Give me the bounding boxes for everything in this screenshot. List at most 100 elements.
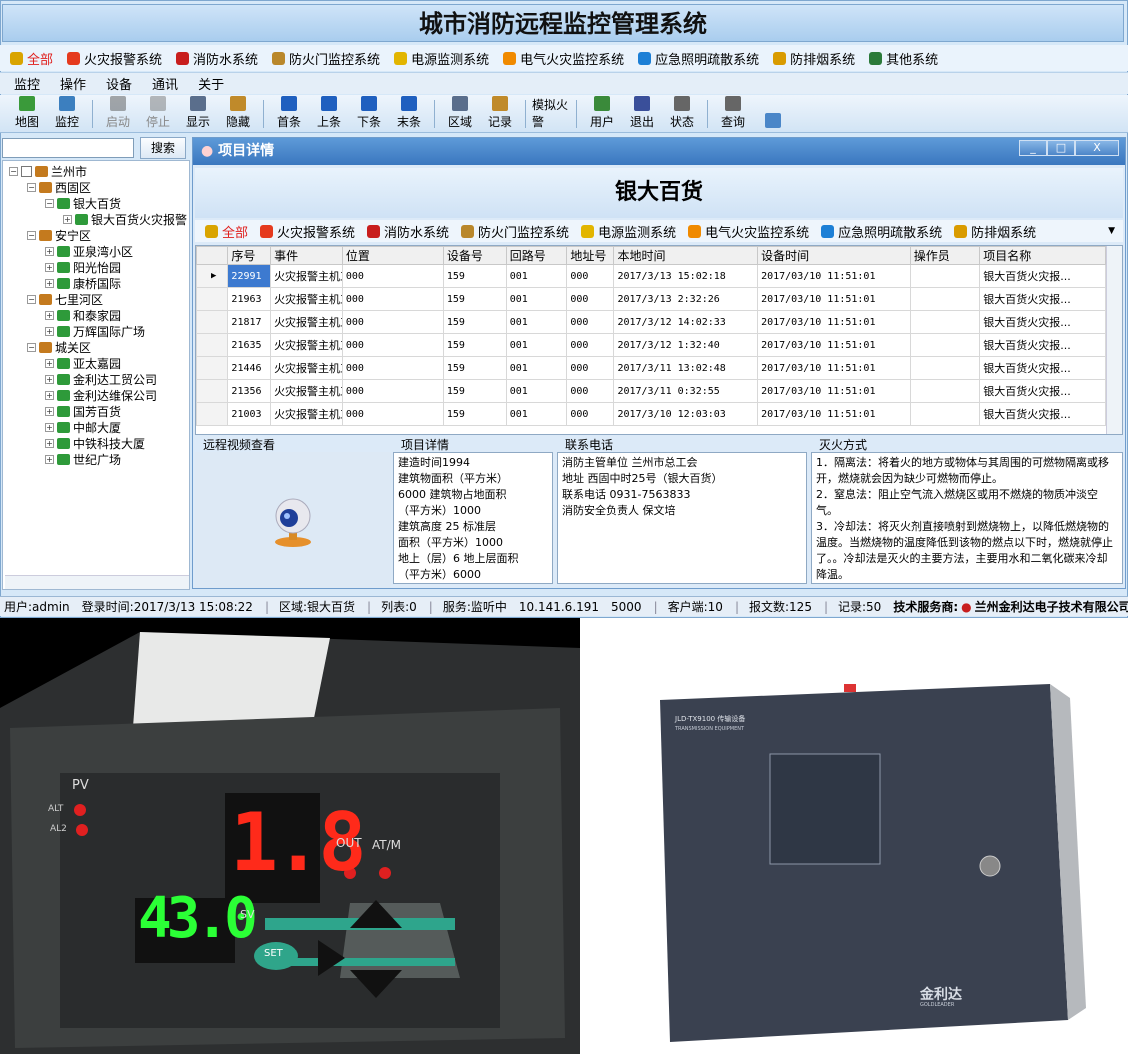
system-filter-1[interactable]: 火灾报警系统 — [67, 49, 162, 68]
menu-item-0[interactable]: 监控 — [14, 74, 40, 93]
chevron-down-icon[interactable]: ▼ — [1108, 226, 1115, 236]
toolbar-button-11[interactable]: 末条 — [390, 96, 428, 132]
column-header[interactable]: 回路号 — [505, 246, 568, 265]
toolbar-button-14[interactable]: 记录 — [481, 96, 519, 132]
expand-toggle-icon[interactable]: + — [45, 278, 54, 288]
table-row[interactable]: 21446火灾报警主机工...0001590010002017/3/11 13:… — [196, 356, 1106, 380]
tree-node[interactable]: − 银大百货 — [45, 195, 121, 211]
tree-node[interactable]: + 和泰家园 — [45, 307, 121, 323]
expand-toggle-icon[interactable]: − — [27, 230, 36, 240]
column-header[interactable]: 设备号 — [442, 246, 507, 265]
column-header[interactable]: 操作员 — [909, 246, 981, 265]
table-row[interactable]: 21635火灾报警主机工...0001590010002017/3/12 1:3… — [196, 333, 1106, 357]
toolbar-button-10[interactable]: 下条 — [350, 96, 388, 132]
column-header[interactable]: 本地时间 — [613, 246, 759, 265]
column-header[interactable]: 事件 — [270, 246, 343, 265]
system-filter-2[interactable]: 消防水系统 — [176, 49, 258, 68]
event-grid[interactable]: 序号 事件 位置 设备号 回路号 地址号 本地时间 设备时间 操作员 项目名称 ▶ 22991 火灾报警… — [195, 245, 1123, 435]
tree-node[interactable]: + 中铁科技大厦 — [45, 435, 145, 451]
menu-item-3[interactable]: 通讯 — [152, 74, 178, 93]
expand-toggle-icon[interactable]: + — [45, 390, 54, 400]
tree-node[interactable]: + 亚泉湾小区 — [45, 243, 133, 259]
table-row[interactable]: ▶22991火灾报警主机工...0001590010002017/3/13 15… — [196, 264, 1106, 288]
extinguish-text[interactable]: 1．隔离法：将着火的地方或物体与其周围的可燃物隔离或移开，燃烧就会因为缺少可燃物… — [811, 452, 1123, 584]
detail-system-tab-1[interactable]: 火灾报警系统 — [260, 222, 355, 241]
tree-node[interactable]: + 康桥国际 — [45, 275, 121, 291]
maximize-button[interactable]: □ — [1047, 140, 1075, 156]
detail-system-tab-3[interactable]: 防火门监控系统 — [461, 222, 569, 241]
table-row[interactable]: 21963火灾报警主机工...0001590010002017/3/13 2:3… — [196, 287, 1106, 311]
toolbar-button-8[interactable]: 首条 — [270, 96, 308, 132]
toolbar-button-4[interactable]: 停止 — [139, 96, 177, 132]
toolbar-button-6[interactable]: 隐藏 — [219, 96, 257, 132]
toolbar-button-22[interactable]: 查询 — [714, 96, 752, 132]
expand-toggle-icon[interactable]: − — [27, 182, 36, 192]
toolbar-button-19[interactable]: 退出 — [623, 96, 661, 132]
toolbar-button-3[interactable]: 启动 — [99, 96, 137, 132]
detail-system-tab-7[interactable]: 防排烟系统 — [954, 222, 1036, 241]
toolbar-button-20[interactable]: 状态 — [663, 96, 701, 132]
system-filter-7[interactable]: 防排烟系统 — [773, 49, 855, 68]
expand-toggle-icon[interactable]: + — [45, 310, 54, 320]
system-filter-3[interactable]: 防火门监控系统 — [272, 49, 380, 68]
area-tree[interactable]: − 兰州市 − 西固区 − 银大百货 + 银大百货火灾报警 − 安宁区 + 亚泉湾小区 + 阳光怡园 + 康桥… — [2, 160, 190, 590]
tree-node[interactable]: + 金利达工贸公司 — [45, 371, 157, 387]
system-filter-6[interactable]: 应急照明疏散系统 — [638, 49, 759, 68]
expand-toggle-icon[interactable]: − — [45, 198, 54, 208]
detail-system-tab-6[interactable]: 应急照明疏散系统 — [821, 222, 942, 241]
search-input[interactable] — [2, 138, 134, 158]
expand-toggle-icon[interactable]: + — [45, 422, 54, 432]
tree-node[interactable]: + 世纪广场 — [45, 451, 121, 467]
table-row[interactable]: 21817火灾报警主机工...0001590010002017/3/12 14:… — [196, 310, 1106, 334]
tree-node[interactable]: + 万辉国际广场 — [45, 323, 145, 339]
toolbar-button-16[interactable]: 模拟火警 — [532, 96, 570, 132]
expand-toggle-icon[interactable]: + — [45, 374, 54, 384]
toolbar-button-18[interactable]: 用户 — [583, 96, 621, 132]
toolbar-button-9[interactable]: 上条 — [310, 96, 348, 132]
column-header[interactable]: 位置 — [341, 246, 444, 265]
contact-text[interactable]: 消防主管单位 兰州市总工会 地址 西固中时25号（银大百货） 联系电话 0931-7… — [557, 452, 807, 584]
table-row[interactable]: 21356火灾报警主机工...0001590010002017/3/11 0:3… — [196, 379, 1106, 403]
tree-node[interactable]: + 国芳百货 — [45, 403, 121, 419]
toolbar-button-23[interactable] — [754, 96, 792, 132]
column-header[interactable]: 地址号 — [566, 246, 615, 265]
column-header[interactable]: 项目名称 — [979, 246, 1106, 265]
system-filter-0[interactable]: 全部 — [10, 49, 53, 68]
detail-system-tab-0[interactable]: 全部 — [205, 222, 248, 241]
expand-toggle-icon[interactable]: + — [45, 358, 54, 368]
system-filter-8[interactable]: 其他系统 — [869, 49, 938, 68]
expand-toggle-icon[interactable]: + — [45, 406, 54, 416]
detail-system-tab-5[interactable]: 电气火灾监控系统 — [688, 222, 809, 241]
toolbar-button-1[interactable]: 监控 — [48, 96, 86, 132]
expand-toggle-icon[interactable]: + — [45, 454, 54, 464]
minimize-button[interactable]: _ — [1019, 140, 1047, 156]
expand-toggle-icon[interactable]: + — [63, 214, 72, 224]
table-row[interactable]: 21003火灾报警主机工...0001590010002017/3/10 12:… — [196, 402, 1106, 426]
tree-node[interactable]: + 金利达维保公司 — [45, 387, 157, 403]
tree-node[interactable]: − 安宁区 — [27, 227, 91, 243]
menu-item-4[interactable]: 关于 — [198, 74, 224, 93]
detail-system-tab-2[interactable]: 消防水系统 — [367, 222, 449, 241]
search-button[interactable]: 搜索 — [140, 137, 186, 159]
checkbox[interactable] — [21, 165, 32, 177]
tree-node[interactable]: − 七里河区 — [27, 291, 103, 307]
tree-node[interactable]: + 亚太嘉园 — [45, 355, 121, 371]
menu-item-2[interactable]: 设备 — [106, 74, 132, 93]
expand-toggle-icon[interactable]: + — [45, 438, 54, 448]
grid-vertical-scrollbar[interactable] — [1106, 246, 1122, 434]
tree-node[interactable]: − 城关区 — [27, 339, 91, 355]
toolbar-button-0[interactable]: 地图 — [8, 96, 46, 132]
tree-node[interactable]: − 西固区 — [27, 179, 91, 195]
system-filter-4[interactable]: 电源监测系统 — [394, 49, 489, 68]
toolbar-button-13[interactable]: 区域 — [441, 96, 479, 132]
column-header[interactable]: 序号 — [227, 246, 272, 265]
close-button[interactable]: X — [1075, 140, 1119, 156]
webcam-icon[interactable] — [195, 452, 391, 588]
expand-toggle-icon[interactable]: − — [27, 342, 36, 352]
tree-node[interactable]: + 阳光怡园 — [45, 259, 121, 275]
tree-node[interactable]: + 中邮大厦 — [45, 419, 121, 435]
expand-toggle-icon[interactable]: + — [45, 326, 54, 336]
system-filter-5[interactable]: 电气火灾监控系统 — [503, 49, 624, 68]
expand-toggle-icon[interactable]: − — [9, 166, 18, 176]
detail-system-tab-4[interactable]: 电源监测系统 — [581, 222, 676, 241]
